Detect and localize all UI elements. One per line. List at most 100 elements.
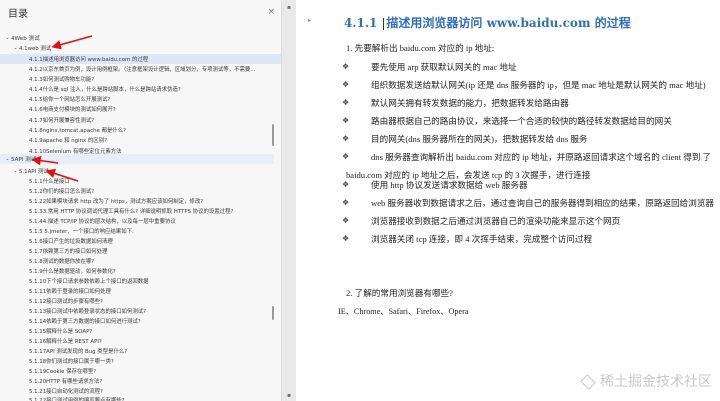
toc-subsection-item[interactable]: 5.1.7依赖第三方的接口如何处理 — [0, 246, 281, 256]
toc-item-label: 4Web 测试 — [11, 36, 40, 42]
bullet-text: 目的网关(dns 服务器所在的网关)，把数据转发给 dns 服务 — [371, 134, 588, 144]
toc-item-label: 4.1.2以京东首页为例，设计用例框架。（注意框架设计逻辑，区域划分，专项测试等… — [29, 67, 256, 73]
juejin-logo-icon — [580, 374, 596, 390]
toc-subsection-item[interactable]: 5.1.9什么是数据驱动，如何参数化? — [0, 266, 281, 276]
close-icon[interactable]: × — [267, 7, 275, 17]
bullet-text: 浏览器关闭 tcp 连接，即 4 次挥手结束，完成整个访问过程 — [371, 234, 593, 244]
toc-item-label: 5.1.8测试的数据你放在哪? — [29, 259, 95, 265]
bullet-icon: ❖ — [342, 216, 350, 225]
heading-number: 4.1.1 — [344, 16, 378, 30]
heading-text: 描述用浏览器访问 www.baidu.com 的过程 — [386, 16, 631, 30]
bullet-text: dns 服务器查询解析出 baidu.com 对应的 ip 地址，并原路返回请求… — [371, 152, 712, 162]
bullet-icon: ❖ — [342, 80, 350, 89]
text-cursor — [383, 17, 385, 30]
toc-subsection-item[interactable]: 5.1.8测试的数据你放在哪? — [0, 256, 281, 266]
toc-item-label: 5.1.1什么是接口 — [29, 179, 70, 185]
toc-scrollbar-thumb-bottom[interactable] — [272, 306, 274, 320]
collapse-chevron-icon[interactable]: ⌄ — [4, 156, 11, 162]
toc-subsection-item[interactable]: 5.1.12接口测试的步骤有哪些? — [0, 296, 281, 306]
toc-item-label: 5.1.13接口测试中依赖登录状态的接口如何测试? — [29, 309, 147, 315]
bullet-text: 浏览器接收到数据之后通过浏览器自己的渲染功能来显示这个网页 — [371, 216, 621, 226]
collapse-chevron-icon[interactable]: ⌄ — [4, 35, 11, 41]
toc-subsection-item[interactable]: 4.1.3如何测试购物车功能? — [0, 74, 281, 84]
toc-subsection-item[interactable]: 5.1.2你们的接口怎么测试? — [0, 186, 281, 196]
bullet-icon: ❖ — [342, 180, 350, 189]
toc-subsection-item[interactable]: 5.1.44.描述 TCP/IP 协议的层次结构，以及每一层中重要协议 — [0, 216, 281, 226]
toc-item-label: 5.1.16解释什么是 REST API? — [29, 339, 102, 345]
toc-subsection-item[interactable]: 4.1.6电商支付模块的测试如何展开? — [0, 104, 281, 114]
toc-item-label: 5API 测试 — [11, 157, 37, 163]
watermark: 稀土掘金技术社区 — [580, 371, 712, 391]
toc-subsection-item[interactable]: 5.1.33.常用 HTTP 协议调试代理工具有什么? 详细说明抓取 HTTPS… — [0, 206, 281, 216]
toc-sidebar: 目录 × ⌄ 4Web 测试 ⌄ 4.1web 测试 4.1.1描述用浏览器访问 www… — [0, 0, 282, 401]
bullet-text: 默认网关拥有转发数据的能力，把数据转发给路由器 — [371, 98, 569, 108]
bullet-text: 使用 http 协议发送请求数据给 web 服务器 — [371, 180, 528, 190]
toc-item-label: 5.1.9什么是数据驱动，如何参数化? — [29, 269, 116, 275]
toc-item-label: 5.1.15解释什么是 SOAP? — [29, 329, 93, 335]
toc-item-label: 4.1.1描述用浏览器访问 www.baidu.com 的过程 — [29, 57, 149, 63]
toc-item-label: 5.1.20HTTP 有哪些请求方法? — [29, 379, 103, 385]
bullet-icon: ❖ — [342, 134, 350, 143]
toc-title: 目录 — [8, 8, 28, 20]
toc-subsection-item[interactable]: 4.1.7如何开展兼容性测试? — [0, 115, 281, 125]
watermark-text: 稀土掘金技术社区 — [600, 374, 712, 390]
toc-subsection-item[interactable]: 5.1.1什么是接口 — [0, 176, 281, 186]
toc-subsection-item[interactable]: 5.1.13接口测试中依赖登录状态的接口如何测试? — [0, 306, 281, 316]
toc-subsection-item[interactable]: 4.1.1描述用浏览器访问 www.baidu.com 的过程 — [0, 54, 281, 64]
toc-item-label: 5.1.2你们的接口怎么测试? — [29, 189, 95, 195]
toc-subsection-item[interactable]: 5.1.11依赖于登录的接口如何处理 — [0, 286, 281, 296]
collapse-chevron-icon[interactable]: ⌄ — [12, 168, 19, 174]
toc-subsection-item[interactable]: 4.1.2以京东首页为例，设计用例框架。（注意框架设计逻辑，区域划分，专项测试等… — [0, 64, 281, 74]
toc-item-label: 4.1.9apache 和 nginx 的区别? — [29, 138, 107, 144]
toc-item-label: 4.1.3如何测试购物车功能? — [29, 77, 95, 83]
toc-chapter-item[interactable]: ⌄ 4Web 测试 — [0, 33, 274, 43]
toc-item-label: 4.1.8nginx,tomcat,apache 都是什么? — [29, 128, 126, 134]
toc-subsection-item[interactable]: 5.1.17API 测试发现的 Bug 类型是什么? — [0, 346, 281, 356]
toc-subsection-item[interactable]: 4.1.4什么是 sql 注入，什么是跨站脚本，什么是跨站请求伪造? — [0, 84, 281, 94]
page-indicator-icon: ▪ — [287, 4, 292, 11]
toc-item-label: 5.1.12接口测试的步骤有哪些? — [29, 299, 103, 305]
toc-subsection-item[interactable]: 5.1.14依赖于第三方数据的接口如何进行测试? — [0, 316, 281, 326]
toc-subsection-item[interactable]: 4.1.5给你一个网站怎么开展测试? — [0, 94, 281, 104]
toc-section-item[interactable]: ⌄ 4.1web 测试 — [0, 43, 281, 53]
section-heading: 4.1.1 描述用浏览器访问 www.baidu.com 的过程 — [344, 14, 631, 31]
bullet-text: 要先使用 arp 获取默认网关的 mac 地址 — [371, 62, 517, 72]
toc-item-label: 5.1.22接口测试用例的编写要点有哪些? — [29, 398, 125, 401]
toc-subsection-item[interactable]: 5.1.19Cookie 保存在哪里? — [0, 366, 281, 376]
toc-chapter-item[interactable]: ⌄ 5API 测试 — [0, 154, 274, 164]
toc-scrollbar-thumb-top[interactable] — [272, 124, 274, 146]
bullet-text: 路由器根据自己的路由协议，来选择一个合适的较快的路径转发数据给目的网关 — [371, 116, 672, 126]
bullet-icon: ❖ — [342, 234, 350, 243]
pane-divider[interactable]: ▪ ▪ — [282, 0, 296, 401]
bullet-icon: ❖ — [342, 198, 350, 207]
toc-item-label: 5.1.14依赖于第三方数据的接口如何进行测试? — [29, 319, 141, 325]
toc-subsection-item[interactable]: 5.1.5 5.jmeter，一个接口的响应结果如下: — [0, 226, 281, 236]
toc-subsection-item[interactable]: 5.1.16解释什么是 REST API? — [0, 336, 281, 346]
toc-subsection-item[interactable]: 5.1.15解释什么是 SOAP? — [0, 326, 281, 336]
document-page: ▸ 4.1.1 描述用浏览器访问 www.baidu.com 的过程 1. 先要解… — [296, 0, 720, 401]
toc-item-label: 5.1.19Cookie 保存在哪里? — [29, 369, 96, 375]
bullet-icon: ❖ — [342, 116, 350, 125]
toc-subsection-item[interactable]: 5.1.22接口测试用例的编写要点有哪些? — [0, 395, 281, 401]
toc-item-label: 5.1.44.描述 TCP/IP 协议的层次结构，以及每一层中重要协议 — [29, 219, 176, 225]
bullet-text: web 服务器收到数据请求之后，通过查询自己的服务器得到相应的结果，原路返回给浏… — [371, 198, 715, 208]
toc-subsection-item[interactable]: 4.1.9apache 和 nginx 的区别? — [0, 135, 281, 145]
bullet-icon: ❖ — [342, 62, 350, 71]
toc-item-label: 5.1.11依赖于登录的接口如何处理 — [29, 289, 111, 295]
toc-subsection-item[interactable]: 5.1.20HTTP 有哪些请求方法? — [0, 376, 281, 386]
toc-subsection-item[interactable]: 4.1.8nginx,tomcat,apache 都是什么? — [0, 125, 281, 135]
toc-item-label: 4.1.6电商支付模块的测试如何展开? — [29, 107, 116, 113]
toc-subsection-item[interactable]: 5.1.18你们测试的接口属于哪一类? — [0, 356, 281, 366]
toc-item-label: 5.1.33.常用 HTTP 协议调试代理工具有什么? 详细说明抓取 HTTPS… — [29, 209, 234, 215]
toc-item-label: 5.1.7依赖第三方的接口如何处理 — [29, 249, 108, 255]
toc-subsection-item[interactable]: 5.1.10下个接口请求参数依赖上个接口的返回数据 — [0, 276, 281, 286]
toc-subsection-item[interactable]: 5.1.6接口产生的垃圾数据如何清理 — [0, 236, 281, 246]
toc-item-label: 4.1web 测试 — [19, 46, 52, 52]
bullet-icon: ❖ — [342, 98, 350, 107]
collapse-chevron-icon[interactable]: ⌄ — [12, 45, 19, 51]
toc-item-label: 5.1.22如果模块请求 http 改为了 https，测试方案应该如何制定，修… — [29, 199, 204, 205]
heading-marker-icon: ▸ — [308, 17, 312, 24]
step-1-text: 1. 先要解析出 baidu.com 对应的 ip 地址: — [346, 43, 495, 53]
toc-section-item[interactable]: ⌄ 5.1API 测试 — [0, 166, 281, 176]
toc-subsection-item[interactable]: 5.1.22如果模块请求 http 改为了 https，测试方案应该如何制定，修… — [0, 196, 281, 206]
